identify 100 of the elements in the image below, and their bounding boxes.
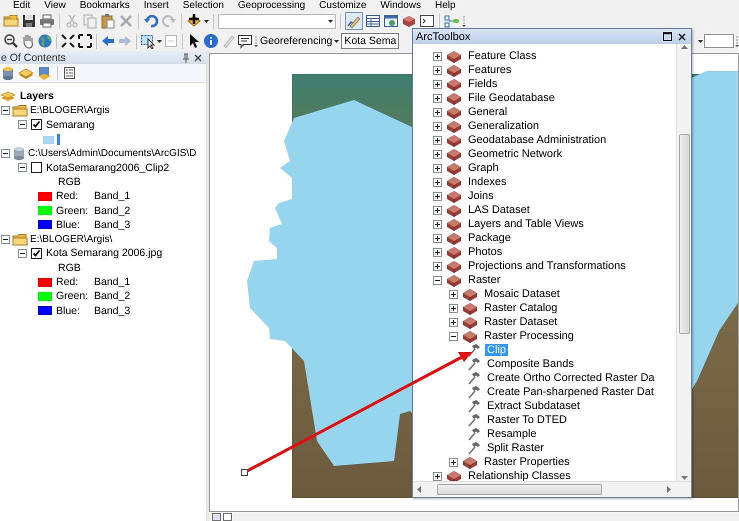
expand-icon[interactable]: [433, 136, 442, 144]
toolbox-icon[interactable]: [446, 134, 462, 146]
collapse-icon[interactable]: [18, 163, 27, 172]
toolbox-icon[interactable]: [446, 176, 462, 188]
paste-icon[interactable]: [100, 13, 116, 29]
group-path[interactable]: E:\BLOGER\Argis\: [30, 234, 112, 245]
toolset-label[interactable]: Features: [466, 64, 514, 76]
toolbox-icon[interactable]: [462, 302, 478, 314]
menu-item[interactable]: View: [44, 0, 73, 11]
caret-icon[interactable]: [204, 20, 209, 22]
toolbox-icon[interactable]: [446, 78, 462, 90]
tool-label[interactable]: Raster To DTED: [485, 414, 569, 426]
menu-item[interactable]: Insert: [144, 0, 176, 11]
collapse-icon[interactable]: [1, 148, 10, 158]
toolbox-icon[interactable]: [446, 64, 462, 76]
toolset-label[interactable]: File Geodatabase: [466, 92, 557, 104]
layer-name[interactable]: Semarang: [46, 118, 94, 131]
window-icon[interactable]: [383, 13, 399, 29]
toolset-label[interactable]: Mosaic Dataset: [482, 288, 562, 300]
collapse-icon[interactable]: [18, 120, 27, 130]
scrollbar-thumb[interactable]: [678, 134, 690, 334]
toolset-label[interactable]: Projections and Transformations: [466, 260, 628, 272]
toolset-label[interactable]: Photos: [466, 246, 504, 258]
collapse-icon[interactable]: [1, 234, 10, 244]
toolbox-icon[interactable]: [446, 162, 462, 174]
layer-name[interactable]: Kota Semarang 2006.jpg: [46, 247, 162, 260]
hammer-icon[interactable]: [467, 385, 481, 399]
expand-icon[interactable]: [433, 472, 442, 480]
toolbox-icon[interactable]: [462, 330, 478, 342]
toolbox-icon[interactable]: [401, 13, 417, 29]
georeferencing-menu[interactable]: Georeferencing: [259, 33, 340, 49]
flowchart-icon[interactable]: [444, 13, 460, 29]
toolbox-icon[interactable]: [446, 120, 462, 132]
expand-icon[interactable]: [433, 122, 442, 130]
caret-icon[interactable]: [328, 20, 333, 22]
group-path[interactable]: C:\Users\Admin\Documents\ArcGIS\D: [28, 148, 196, 159]
expand-icon[interactable]: [433, 178, 442, 186]
hammer-icon[interactable]: [467, 357, 481, 371]
checkbox[interactable]: [31, 162, 42, 174]
toolset-label[interactable]: Raster: [466, 274, 502, 286]
toolset-label[interactable]: Geometric Network: [466, 148, 564, 160]
toolbox-icon[interactable]: [446, 274, 462, 286]
toolset-label[interactable]: Graph: [466, 162, 501, 174]
layer-name[interactable]: KotaSemarang2006_Clip2: [46, 162, 170, 174]
toolset-label[interactable]: Joins: [466, 190, 496, 202]
list-icon[interactable]: [63, 66, 76, 80]
pin-icon[interactable]: [182, 52, 190, 62]
tool-label[interactable]: Resample: [485, 428, 539, 440]
expand-icon[interactable]: [433, 164, 442, 172]
hammer-icon[interactable]: [467, 441, 481, 455]
expand-icon[interactable]: [433, 150, 442, 158]
expand-icon[interactable]: [433, 52, 442, 60]
expand-icon[interactable]: [449, 318, 458, 326]
toolset-label[interactable]: Fields: [466, 78, 500, 90]
hammer-icon[interactable]: [467, 427, 481, 441]
popup-icon[interactable]: [237, 33, 253, 49]
close-icon[interactable]: [194, 54, 202, 62]
scroll-left-icon[interactable]: [417, 486, 421, 493]
grip-icon[interactable]: [735, 35, 739, 47]
expand-icon[interactable]: [433, 248, 442, 256]
tool-label[interactable]: Composite Bands: [485, 358, 576, 370]
scroll-right-icon[interactable]: [667, 486, 671, 493]
expand-icon[interactable]: [449, 304, 458, 312]
collapse-icon[interactable]: [433, 276, 442, 284]
toolbox-icon[interactable]: [446, 92, 462, 104]
checkbox[interactable]: [31, 119, 42, 130]
zoom-in-arrows-icon[interactable]: [60, 33, 76, 49]
terminal-icon[interactable]: [419, 13, 435, 29]
expand-icon[interactable]: [433, 262, 442, 270]
expand-icon[interactable]: [433, 66, 442, 74]
tool-label[interactable]: Extract Subdataset: [485, 400, 582, 412]
table-icon[interactable]: [365, 13, 381, 29]
undo-icon[interactable]: [143, 13, 159, 29]
toolset-label[interactable]: Generalization: [466, 120, 541, 132]
expand-icon[interactable]: [433, 94, 442, 102]
tool-label[interactable]: Create Pan-sharpened Raster Dat: [485, 386, 656, 398]
expand-icon[interactable]: [433, 192, 442, 200]
toolset-label[interactable]: Geodatabase Administration: [466, 134, 608, 146]
pencil-icon[interactable]: [345, 12, 363, 30]
toolbox-icon[interactable]: [446, 190, 462, 202]
toolset-label[interactable]: Raster Catalog: [482, 302, 560, 314]
caret-icon[interactable]: [157, 40, 162, 42]
toolbox-icon[interactable]: [446, 106, 462, 118]
caret-icon[interactable]: [698, 40, 703, 42]
toolset-label[interactable]: Raster Properties: [482, 456, 572, 468]
toolset-label[interactable]: Layers and Table Views: [466, 218, 586, 230]
toolset-label[interactable]: General: [466, 106, 510, 118]
select-features-icon[interactable]: [140, 33, 156, 49]
close-icon[interactable]: [678, 32, 686, 40]
expand-icon[interactable]: [433, 80, 442, 88]
scrollbar-thumb[interactable]: [437, 484, 602, 495]
toolbox-icon[interactable]: [446, 50, 462, 62]
hammer-icon[interactable]: [467, 371, 481, 385]
expand-icon[interactable]: [433, 108, 442, 116]
menu-item[interactable]: Windows: [380, 0, 428, 11]
menu-item[interactable]: Customize: [319, 0, 374, 11]
cylinder-icon[interactable]: [1, 66, 15, 80]
map-layer-icon[interactable]: [37, 66, 52, 80]
toolbox-icon[interactable]: [462, 288, 478, 300]
toolset-label[interactable]: Raster Processing: [482, 330, 576, 342]
